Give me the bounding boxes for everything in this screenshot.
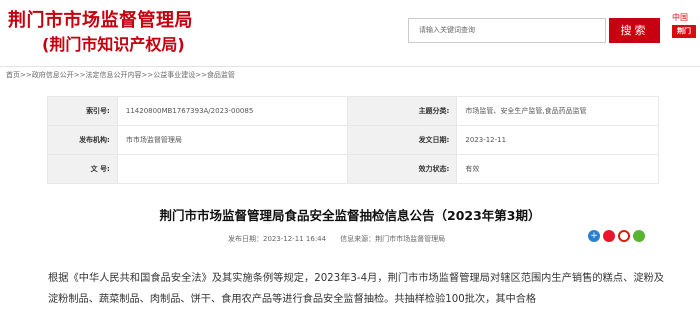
validity-label: 效力状态: bbox=[346, 154, 458, 184]
index-value: 11420800MB1767393A/2023-00085 bbox=[116, 96, 348, 126]
search-input[interactable]: 请输入关键词查询 bbox=[408, 18, 606, 43]
article-title: 荆门市市场监督管理局食品安全监督抽检信息公告（2023年第3期） bbox=[159, 208, 541, 223]
index-label: 索引号: bbox=[47, 96, 118, 126]
breadcrumb-gov-info[interactable]: 政府信息公开 bbox=[32, 71, 74, 79]
breadcrumb-home[interactable]: 首页 bbox=[6, 71, 20, 79]
article-body: 根据《中华人民共和国食品安全法》及其实施条例等规定，2023年3-4月，荆门市市… bbox=[48, 273, 664, 305]
date-value: 2023-12-11 bbox=[456, 125, 659, 155]
date-label: 发文日期: bbox=[346, 125, 458, 155]
breadcrumb-public-welfare[interactable]: 公益事业建设 bbox=[153, 71, 195, 79]
docno-value bbox=[116, 154, 348, 184]
logo-top-text: 中国 bbox=[672, 13, 688, 22]
people-icon[interactable] bbox=[618, 230, 630, 242]
table-row: 索引号: 11420800MB1767393A/2023-00085 主题分类:… bbox=[47, 96, 659, 126]
logo-badge: 荆门 bbox=[672, 25, 696, 38]
breadcrumb-separator: >> bbox=[20, 71, 32, 79]
publisher-label: 发布机构: bbox=[47, 125, 118, 155]
wechat-icon[interactable] bbox=[633, 230, 645, 242]
china-jingmen-logo[interactable]: 中国 荆门 bbox=[672, 13, 698, 43]
site-subtitle: (荆门市知识产权局) bbox=[42, 35, 185, 54]
validity-value: 有效 bbox=[456, 154, 659, 184]
publish-time: 发布日期：2023-12-11 16:44 bbox=[228, 235, 327, 243]
topic-value: 市场监管、安全生产监管,食品药品监管 bbox=[456, 96, 659, 126]
site-header: 荆门市市场监督管理局 (荆门市知识产权局) 请输入关键词查询 搜索 中国 荆门 bbox=[0, 0, 700, 66]
publisher-value: 市市场监督管理局 bbox=[116, 125, 348, 155]
topic-label: 主题分类: bbox=[346, 96, 458, 126]
table-row: 文 号: 效力状态: 有效 bbox=[47, 154, 659, 184]
breadcrumb-separator: >> bbox=[73, 71, 86, 79]
table-row: 发布机构: 市市场监督管理局 发文日期: 2023-12-11 bbox=[47, 125, 659, 155]
search-button[interactable]: 搜索 bbox=[609, 18, 660, 43]
share-plus-icon[interactable]: + bbox=[588, 230, 600, 242]
header-divider bbox=[0, 66, 700, 67]
breadcrumb-food-supervision[interactable]: 食品监管 bbox=[207, 71, 235, 79]
breadcrumb: 首页>>政府信息公开>>法定信息公开内容>>公益事业建设>>食品监管 bbox=[6, 70, 235, 80]
breadcrumb-statutory[interactable]: 法定信息公开内容 bbox=[85, 71, 141, 79]
breadcrumb-separator: >> bbox=[141, 71, 154, 79]
site-title[interactable]: 荆门市市场监督管理局 bbox=[8, 6, 193, 32]
article-meta: 发布日期：2023-12-11 16:44 信息来源：荆门市市场监督管理局 bbox=[228, 234, 445, 244]
share-bar: + bbox=[588, 228, 648, 244]
info-source: 信息来源：荆门市市场监督管理局 bbox=[340, 235, 446, 243]
info-table: 索引号: 11420800MB1767393A/2023-00085 主题分类:… bbox=[47, 96, 659, 184]
docno-label: 文 号: bbox=[47, 154, 118, 184]
weibo-icon[interactable] bbox=[603, 230, 615, 242]
breadcrumb-separator: >> bbox=[195, 71, 207, 79]
